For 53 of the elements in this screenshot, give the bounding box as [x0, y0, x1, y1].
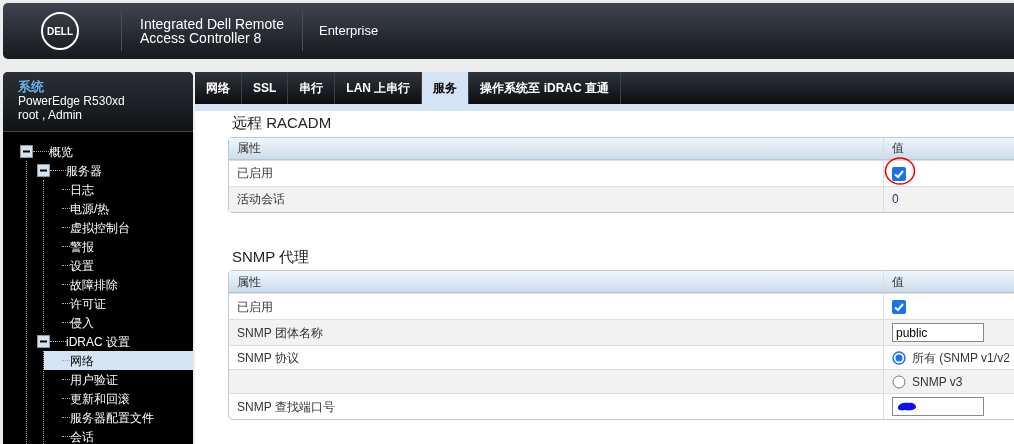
property-label: 活动会话	[237, 192, 285, 206]
radio-label: 所有 (SNMP v1/v2	[912, 350, 1010, 365]
tab[interactable]: 服务	[422, 72, 470, 104]
column-header: 属性	[229, 271, 883, 293]
tree-item[interactable]: 服务器配置文件	[70, 408, 154, 427]
redaction-mark	[897, 402, 917, 411]
product-name: Access Controller 8	[140, 31, 263, 45]
section-title: 远程 RACADM	[232, 114, 332, 131]
tree-item[interactable]: 警报	[70, 237, 94, 256]
property-label: SNMP 协议	[237, 350, 299, 365]
tree-item[interactable]: 更新和回滚	[70, 389, 130, 408]
radio-button[interactable]	[892, 375, 906, 390]
property-label: 已启用	[237, 299, 273, 314]
column-header: 值	[883, 271, 1014, 293]
checkbox[interactable]	[892, 166, 906, 181]
tree-item[interactable]: 故障排除	[70, 275, 118, 294]
tree-item[interactable]: 用户验证	[70, 370, 118, 389]
tree-item[interactable]: 设置	[70, 256, 94, 275]
checkbox[interactable]	[892, 300, 906, 315]
system-title[interactable]: 系统	[18, 80, 193, 94]
edition-label: Enterprise	[318, 22, 379, 41]
tree-item[interactable]: 电源/热	[70, 199, 110, 218]
radio-button[interactable]	[892, 351, 906, 366]
input-field[interactable]: public	[892, 323, 984, 342]
property-label: SNMP 查找端口号	[237, 399, 335, 414]
property-label: SNMP 团体名称	[237, 325, 323, 340]
collapse-icon[interactable]	[37, 335, 50, 348]
value-text: 0	[892, 192, 899, 206]
tree-item[interactable]: iDRAC 设置	[66, 332, 130, 351]
section-title: SNMP 代理	[232, 247, 310, 265]
property-label: 已启用	[237, 166, 273, 180]
server-model: PowerEdge R530xd	[18, 94, 126, 108]
tab[interactable]: 网络	[195, 72, 242, 104]
radio-label: SNMP v3	[912, 374, 963, 389]
collapse-icon[interactable]	[37, 164, 50, 177]
column-header: 属性	[229, 137, 883, 160]
tree-item[interactable]: 会话	[70, 427, 94, 444]
tree-item[interactable]: 概览	[49, 142, 73, 161]
tree-item[interactable]: 侵入	[70, 313, 94, 332]
tab[interactable]: 操作系统至 iDRAC 直通	[469, 72, 621, 104]
tree-item[interactable]: 服务器	[66, 161, 102, 180]
collapse-icon[interactable]	[20, 145, 33, 158]
input-field[interactable]	[892, 397, 984, 416]
tree-item[interactable]: 网络	[70, 351, 94, 370]
tree-item[interactable]: 日志	[70, 180, 94, 199]
tree-item[interactable]: 虚拟控制台	[70, 218, 130, 237]
column-header: 值	[883, 137, 1014, 160]
tree-item[interactable]: 许可证	[70, 294, 106, 313]
product-name: Integrated Dell Remote	[140, 17, 284, 31]
tab[interactable]: SSL	[242, 72, 289, 104]
dell-logo: DELL	[41, 12, 79, 50]
tab[interactable]: 串行	[288, 72, 336, 104]
user-info: root , Admin	[18, 108, 84, 122]
